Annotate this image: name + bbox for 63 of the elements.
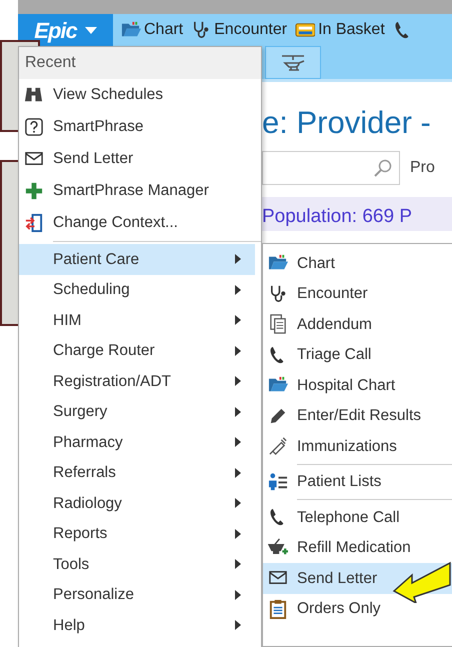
submenu-arrow-icon	[235, 620, 241, 630]
menu-item[interactable]: Triage Call	[263, 340, 452, 370]
menu-item[interactable]: Radiology	[19, 488, 255, 518]
helicopter-icon	[280, 52, 306, 72]
toolbar-button[interactable]: Encounter	[191, 18, 288, 42]
submenu-arrow-icon	[235, 315, 241, 326]
submenu-arrow-icon	[235, 406, 241, 417]
caret-icon	[84, 26, 97, 34]
menu-item[interactable]: HIM	[19, 305, 255, 336]
document-icon	[268, 314, 288, 334]
submenu-arrow-icon	[235, 346, 241, 356]
submenu-arrow-icon	[235, 590, 241, 600]
menu-item[interactable]: Surgery	[19, 396, 255, 427]
menu-item[interactable]: Pharmacy	[19, 427, 255, 458]
menu-item[interactable]: Enter/Edit Results	[263, 400, 452, 431]
menu-item[interactable]: Change Context...	[19, 207, 255, 239]
clipboard-icon	[268, 598, 288, 619]
menu-item[interactable]: SmartPhrase Manager	[19, 175, 255, 207]
patient-list-icon	[268, 472, 288, 492]
menu-item[interactable]: Registration/ADT	[19, 366, 255, 396]
menu-item[interactable]: Patient Lists	[263, 466, 452, 497]
helicopter-tab[interactable]	[265, 46, 321, 79]
menu-item[interactable]: Chart	[263, 248, 452, 278]
submenu-arrow-icon	[235, 528, 241, 539]
menu-item[interactable]: Referrals	[19, 458, 255, 488]
menu-item[interactable]: Patient Care	[19, 244, 255, 274]
menu-item[interactable]: Encounter	[263, 278, 452, 309]
menu-item[interactable]: Scheduling	[19, 274, 255, 305]
menu-item[interactable]: View Schedules	[19, 79, 255, 111]
menu-item[interactable]: Telephone Call	[263, 502, 452, 532]
menu-item[interactable]: Immunizations	[263, 431, 452, 462]
search-icon	[373, 158, 393, 178]
door-arrows-icon	[24, 213, 44, 233]
epic-menu-button[interactable]: Epic	[18, 14, 113, 46]
submenu-arrow-icon	[235, 437, 241, 448]
menu-header: Recent	[19, 47, 261, 79]
submenu-arrow-icon	[235, 559, 241, 570]
menu-item[interactable]: SmartPhrase	[19, 111, 255, 143]
search-field[interactable]	[262, 151, 400, 186]
toolbar-button[interactable]: In Basket	[295, 18, 385, 42]
menu-item[interactable]: Personalize	[19, 580, 255, 610]
submenu-arrow-icon	[235, 376, 241, 386]
menu-item[interactable]: Reports	[19, 518, 255, 549]
menu-item[interactable]: Hospital Chart	[263, 370, 452, 400]
stethoscope-icon	[191, 20, 212, 40]
menu-item[interactable]: Send Letter	[19, 143, 255, 175]
menu-item[interactable]: Refill Medication	[263, 532, 452, 563]
menu-item[interactable]: Addendum	[263, 309, 452, 340]
submenu-arrow-icon	[235, 254, 241, 264]
syringe-icon	[268, 436, 288, 456]
submenu-arrow-icon	[235, 284, 241, 295]
submenu-arrow-icon	[235, 468, 241, 478]
plus-icon	[24, 181, 44, 201]
toolbar-button[interactable]: Chart	[121, 18, 184, 42]
menu-item[interactable]: Tools	[19, 549, 255, 580]
stethoscope-icon	[268, 284, 288, 304]
menu-item[interactable]: Help	[19, 610, 255, 640]
page-title: e: Provider -	[262, 104, 432, 142]
population-banner: Population: 669 P	[262, 197, 452, 232]
menu-item[interactable]: Charge Router	[19, 336, 255, 366]
help-icon	[24, 117, 44, 137]
submenu-arrow-icon	[235, 498, 241, 508]
column-label: Pro	[410, 158, 435, 178]
